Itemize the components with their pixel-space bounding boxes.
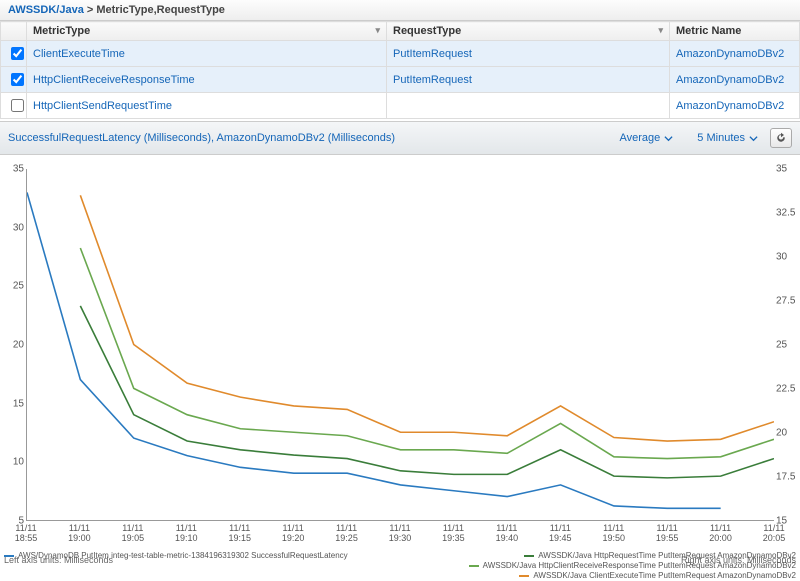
sort-icon: ▾ [375,25,380,36]
chevron-down-icon [749,134,758,143]
requesttype-link[interactable]: PutItemRequest [393,74,472,86]
breadcrumb-leaf: MetricType,RequestType [96,4,225,16]
col-checkbox [1,22,27,41]
requesttype-link[interactable]: PutItemRequest [393,48,472,60]
row-checkbox[interactable] [11,73,24,86]
y-axis-right: 1517.52022.52527.53032.535 [776,169,800,521]
metricname-link[interactable]: AmazonDynamoDBv2 [676,74,784,86]
chart-plot[interactable] [26,169,774,521]
metricname-link[interactable]: AmazonDynamoDBv2 [676,48,784,60]
chart-toolbar: SuccessfulRequestLatency (Milliseconds),… [0,121,800,155]
legend-swatch [519,575,529,577]
metrictype-link[interactable]: ClientExecuteTime [33,48,125,60]
x-axis: 11/1118:5511/1119:0011/1119:0511/1119:10… [26,523,774,551]
metrictype-link[interactable]: HttpClientReceiveResponseTime [33,74,195,86]
legend-item: AWSSDK/Java HttpRequestTime PutItemReque… [410,551,796,560]
legend-item: AWSSDK/Java HttpClientReceiveResponseTim… [410,561,796,570]
refresh-icon [775,132,787,144]
period-dropdown[interactable]: 5 Minutes [697,132,758,144]
breadcrumb: AWSSDK/Java > MetricType,RequestType [0,0,800,21]
table-row[interactable]: ClientExecuteTime PutItemRequest AmazonDyn… [1,41,800,67]
breadcrumb-root[interactable]: AWSSDK/Java [8,4,84,16]
table-row[interactable]: HttpClientReceiveResponseTime PutItemRequ… [1,67,800,93]
col-metricname[interactable]: Metric Name [670,22,800,41]
legend-swatch [524,555,534,557]
col-metrictype[interactable]: MetricType▾ [27,22,387,41]
legend-item: AWSSDK/Java ClientExecuteTime PutItemReq… [410,571,796,580]
chart-legend: AWS/DynamoDB PutItem integ-test-table-me… [4,550,796,581]
metrics-table: MetricType▾ RequestType▾ Metric Name Cli… [0,21,800,119]
col-requesttype[interactable]: RequestType▾ [387,22,670,41]
legend-swatch [4,555,14,557]
statistic-dropdown[interactable]: Average [620,132,674,144]
chart-title: SuccessfulRequestLatency (Milliseconds),… [8,132,608,144]
legend-item: AWS/DynamoDB PutItem integ-test-table-me… [4,551,390,560]
chevron-down-icon [664,134,673,143]
row-checkbox[interactable] [11,99,24,112]
table-row[interactable]: HttpClientSendRequestTime AmazonDynamoDBv… [1,93,800,119]
row-checkbox[interactable] [11,47,24,60]
sort-icon: ▾ [658,25,663,36]
metricname-link[interactable]: AmazonDynamoDBv2 [676,100,784,112]
metrictype-link[interactable]: HttpClientSendRequestTime [33,100,172,112]
refresh-button[interactable] [770,128,792,148]
legend-swatch [469,565,479,567]
y-axis-left: 5101520253035 [0,169,24,521]
chart-area: 5101520253035 1517.52022.52527.53032.535… [0,161,800,581]
